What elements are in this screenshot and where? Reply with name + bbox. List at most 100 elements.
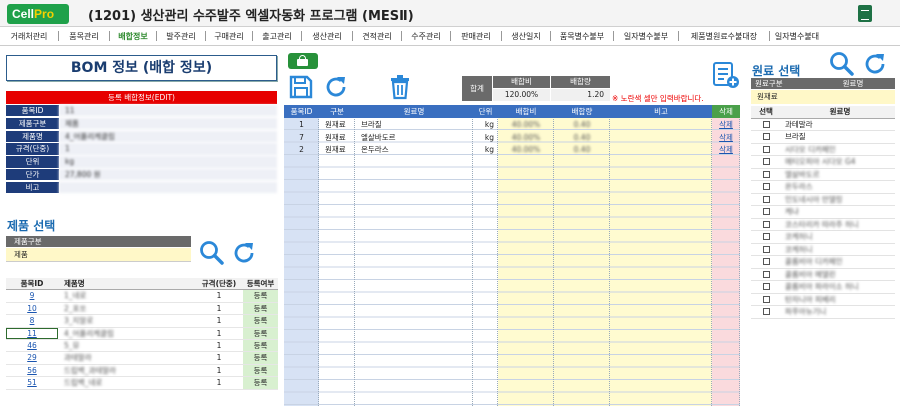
- table-row[interactable]: 1 원재료 브라질 kg 40.00% 0.40 삭제: [284, 119, 740, 131]
- menu-item[interactable]: 수주관리: [402, 31, 450, 42]
- menu-item[interactable]: 발주관리: [157, 31, 205, 42]
- material-name-label: 원료명: [842, 79, 864, 88]
- checkbox[interactable]: [762, 220, 770, 228]
- list-item[interactable]: 인도네시아 만델링: [751, 194, 895, 206]
- bom-field-label: 규격(단중): [6, 143, 59, 156]
- menu-item[interactable]: 구매관리: [206, 31, 252, 42]
- bom-field-value: 4_어플리케클림: [59, 130, 277, 143]
- table-row[interactable]: 46 5_뮤 1 등록: [6, 339, 278, 353]
- checkbox[interactable]: [762, 245, 770, 253]
- checkbox[interactable]: [762, 233, 770, 240]
- list-item[interactable]: 엘살바도르: [751, 169, 895, 181]
- list-item[interactable]: 콜롬비아 디카페인: [751, 256, 895, 269]
- table-row[interactable]: 7 원재료 엘살바도르 kg 40.00% 0.40 삭제: [284, 132, 740, 144]
- column-header: 등록여부: [246, 279, 275, 288]
- checkbox[interactable]: [762, 195, 770, 203]
- product-id-link[interactable]: 8: [6, 315, 58, 326]
- mix-cell-note[interactable]: [610, 119, 712, 131]
- list-item[interactable]: 과테말라: [751, 119, 895, 131]
- menu-item[interactable]: 견적관리: [353, 31, 401, 42]
- checkbox[interactable]: [762, 258, 770, 265]
- unlock-icon[interactable]: [288, 53, 318, 69]
- mix-cell-amount[interactable]: 0.40: [554, 132, 610, 144]
- menu-item[interactable]: 배합정보: [110, 31, 156, 42]
- checkbox[interactable]: [762, 208, 770, 215]
- table-row[interactable]: 10 2_포쏘 1 등록: [6, 302, 278, 316]
- checkbox[interactable]: [762, 270, 770, 278]
- list-item[interactable]: 코케허니: [751, 244, 895, 256]
- menu-item[interactable]: 판매관리: [451, 31, 501, 42]
- mix-cell-note[interactable]: [610, 144, 712, 156]
- checkbox[interactable]: [762, 133, 770, 140]
- list-item[interactable]: 브라질: [751, 131, 895, 144]
- page-title: BOM 정보 (배합 정보): [6, 55, 277, 81]
- mix-cell-amount[interactable]: 0.40: [554, 144, 610, 156]
- mix-cell-ratio[interactable]: 40.00%: [498, 132, 554, 144]
- product-id-link[interactable]: 56: [6, 365, 58, 376]
- refresh-icon[interactable]: [323, 74, 349, 100]
- table-row[interactable]: 11 4_어플리케클림 1 등록: [6, 327, 278, 340]
- menu-item[interactable]: 일자별수불부: [614, 31, 678, 42]
- list-item[interactable]: 시다모 디카페인: [751, 144, 895, 156]
- table-row[interactable]: 56 드립백_과테말라 1 등록: [6, 364, 278, 378]
- material-name: 코스타리카 따라주 허니: [785, 219, 859, 229]
- delete-link[interactable]: 삭제: [712, 144, 740, 156]
- menu-item[interactable]: 일자별수불대: [770, 31, 824, 42]
- delete-icon[interactable]: [389, 74, 411, 100]
- delete-link[interactable]: 삭제: [712, 132, 740, 144]
- mix-cell-note[interactable]: [610, 132, 712, 144]
- table-row[interactable]: 9 1_네로 1 등록: [6, 290, 278, 303]
- checkbox[interactable]: [762, 308, 770, 315]
- checkbox[interactable]: [762, 183, 770, 190]
- menu-item[interactable]: 생산일지: [502, 31, 550, 42]
- product-category-input[interactable]: 제품: [6, 248, 191, 262]
- mix-cell-ratio[interactable]: 40.00%: [498, 119, 554, 131]
- list-item[interactable]: 케냐: [751, 206, 895, 219]
- list-item[interactable]: 콜롬비아 메델린: [751, 269, 895, 281]
- mix-cell-id: 1: [299, 120, 304, 129]
- menu-item[interactable]: 제품별원료수불대장: [679, 31, 769, 42]
- add-list-icon[interactable]: [712, 61, 740, 89]
- checkbox[interactable]: [762, 170, 770, 178]
- checkbox[interactable]: [762, 120, 770, 128]
- checkbox[interactable]: [762, 158, 770, 165]
- search-icon[interactable]: [829, 51, 855, 77]
- product-id-link[interactable]: 10: [6, 303, 58, 314]
- table-row[interactable]: 8 3_지알로 1 등록: [6, 315, 278, 328]
- list-item[interactable]: 코스타리카 따라주 허니: [751, 219, 895, 231]
- menu-item[interactable]: 출고관리: [253, 31, 301, 42]
- product-id-link[interactable]: 51: [6, 377, 58, 388]
- menu-item[interactable]: 품목관리: [59, 31, 109, 42]
- product-id-link[interactable]: 9: [6, 290, 58, 301]
- delete-link[interactable]: 삭제: [712, 119, 740, 131]
- menu-item[interactable]: 거래처관리: [0, 31, 58, 42]
- list-item[interactable]: 콜롬비아 파라이소 허니: [751, 281, 895, 294]
- search-icon[interactable]: [199, 240, 225, 266]
- table-row[interactable]: 29 과테말라 1 등록: [6, 352, 278, 365]
- list-item[interactable]: 코케허니: [751, 231, 895, 244]
- checkbox[interactable]: [762, 295, 770, 303]
- product-id-link[interactable]: 29: [6, 352, 58, 363]
- mix-cell-amount[interactable]: 0.40: [554, 119, 610, 131]
- list-item[interactable]: 탄자니아 피베리: [751, 294, 895, 306]
- product-id-link[interactable]: 46: [6, 340, 58, 351]
- refresh-icon[interactable]: [862, 51, 888, 77]
- column-header: 품목ID: [284, 105, 319, 118]
- menu-item[interactable]: 생산관리: [302, 31, 352, 42]
- mix-cell-ratio[interactable]: 40.00%: [498, 144, 554, 156]
- material-category-input[interactable]: 원재료: [751, 90, 895, 104]
- product-id-link[interactable]: 11: [6, 327, 58, 339]
- save-icon[interactable]: [288, 74, 314, 100]
- checkbox[interactable]: [762, 145, 770, 153]
- list-item[interactable]: 파푸아뉴기니: [751, 306, 895, 319]
- list-item[interactable]: 에티오피아 시다모 G4: [751, 156, 895, 169]
- excel-icon[interactable]: [858, 5, 872, 22]
- table-row[interactable]: 51 드립백_네로 1 등록: [6, 377, 278, 390]
- bom-field-value: 11: [59, 105, 277, 118]
- refresh-icon[interactable]: [231, 240, 257, 266]
- app-title: (1201) 생산관리 수주발주 엑셀자동화 프로그램 (MESⅡ): [88, 9, 414, 24]
- menu-item[interactable]: 품목별수불부: [551, 31, 613, 42]
- table-row[interactable]: 2 원재료 온두라스 kg 40.00% 0.40 삭제: [284, 144, 740, 156]
- list-item[interactable]: 온두라스: [751, 181, 895, 194]
- checkbox[interactable]: [762, 283, 770, 290]
